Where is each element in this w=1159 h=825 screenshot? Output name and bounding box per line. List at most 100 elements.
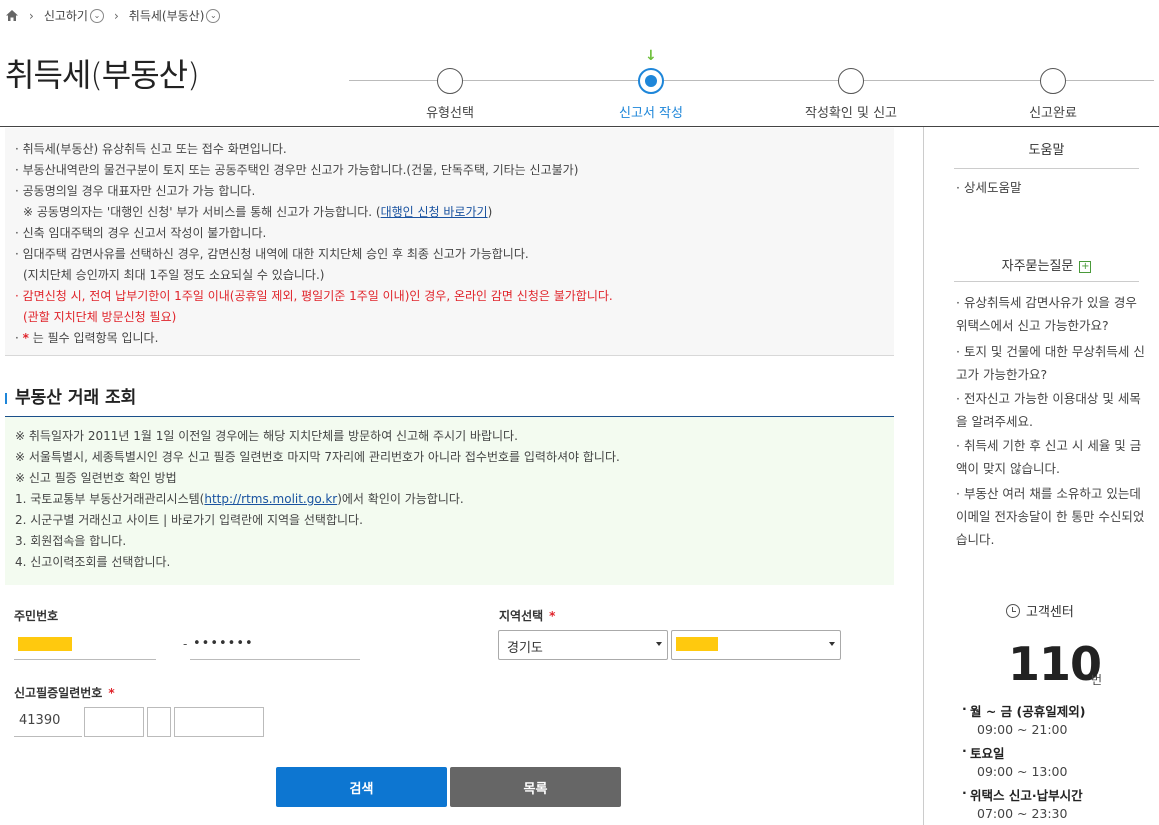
region-city-select[interactable] [671, 630, 841, 660]
select-value: 경기도 [507, 641, 543, 656]
page-title: 취득세(부동산) [5, 56, 200, 94]
rtms-link[interactable]: http://rtms.molit.go.kr [204, 492, 337, 506]
customer-center-number: 110 [1008, 637, 1102, 691]
notice-warning: (관할 지치단체 방문신청 필요) [23, 310, 177, 324]
hours-title: 위택스 신고·납부시간 [962, 785, 1083, 804]
detailed-help-link[interactable]: · 상세도움말 [956, 176, 1148, 199]
section-title: 부동산 거래 조회 [5, 383, 136, 408]
region-province-select[interactable]: 경기도 [498, 630, 668, 660]
notice-line: · 부동산내역란의 물건구분이 토지 또는 공동주택인 경우만 신고가 가능합니… [15, 163, 579, 177]
arrow-down-icon: ↓ [645, 48, 657, 64]
info-text: 1. 국토교통부 부동산거래관리시스템( [15, 492, 205, 506]
sidebar-divider [954, 281, 1139, 282]
list-button[interactable]: 목록 [450, 767, 621, 807]
resident-number-label: 주민번호 [14, 607, 58, 624]
breadcrumb-label: 취득세(부동산) [128, 9, 205, 23]
region-label: 지역선택 * [499, 607, 555, 624]
chevron-down-icon[interactable]: ⌄ [206, 8, 221, 23]
clock-icon [1006, 603, 1020, 618]
faq-item[interactable]: · 토지 및 건물에 대한 무상취득세 신고가 가능한가요? [956, 340, 1148, 386]
faq-item[interactable]: · 부동산 여러 채를 소유하고 있는데 이메일 전자송달이 한 통만 수신되었… [956, 482, 1148, 551]
notice-text: ※ 공동명의자는 '대행인 신청' 부가 서비스를 통해 신고가 가능합니다. … [23, 205, 381, 219]
sidebar: 도움말 · 상세도움말 자주묻는질문 + · 유상취득세 감면사유가 있을 경우 … [923, 127, 1159, 825]
agent-request-link[interactable]: 대행인 신청 바로가기 [381, 205, 488, 219]
label-text: 신고필증일련번호 [14, 686, 103, 700]
step-label: 신고완료 [1029, 106, 1077, 121]
customer-center-header: 고객센터 [1006, 601, 1074, 620]
step-confirm: 작성확인 및 신고 [781, 68, 921, 121]
notice-line: · * 는 필수 입력항목 입니다. [15, 328, 884, 349]
chevron-down-icon[interactable]: ⌄ [89, 8, 104, 23]
serial-input-3[interactable] [174, 707, 264, 737]
info-line: ※ 취득일자가 2011년 1월 1일 이전일 경우에는 해당 지치단체를 방문… [15, 429, 518, 443]
masked-value [676, 637, 718, 651]
notice-text: · [15, 331, 23, 345]
hours-title: 토요일 [962, 743, 1004, 762]
info-text: )에서 확인이 가능합니다. [337, 492, 464, 506]
plus-icon[interactable]: + [1079, 260, 1092, 273]
faq-header: 자주묻는질문 + [954, 255, 1139, 274]
step-circle [838, 68, 864, 94]
step-write-form: ↓ 신고서 작성 [581, 48, 721, 121]
notice-text: 는 필수 입력항목 입니다. [28, 331, 159, 345]
step-circle [1040, 68, 1066, 94]
hours-value: 09:00 ~ 13:00 [977, 764, 1068, 779]
customer-center-title: 고객센터 [1026, 605, 1074, 620]
step-complete: 신고완료 [983, 68, 1123, 121]
notice-line: · 취득세(부동산) 유상취득 신고 또는 접수 화면입니다. [15, 142, 287, 156]
faq-item[interactable]: · 취득세 기한 후 신고 시 세율 및 금액이 맞지 않습니다. [956, 434, 1148, 480]
info-line: ※ 서울특별시, 세종특별시인 경우 신고 필증 일련번호 마지막 7자리에 관… [15, 450, 620, 464]
step-circle [638, 68, 664, 94]
faq-item[interactable]: · 전자신고 가능한 이용대상 및 세목을 알려주세요. [956, 387, 1148, 433]
step-label: 유형선택 [426, 106, 474, 121]
help-title: 도움말 [1028, 143, 1065, 158]
step-type-select: 유형선택 [380, 68, 520, 121]
info-line: 2. 시군구별 거래신고 사이트 | 바로가기 입력란에 지역을 선택합니다. [15, 513, 363, 527]
hours-value: 07:00 ~ 23:30 [977, 806, 1068, 821]
hours-title: 월 ~ 금 (공휴일제외) [962, 701, 1086, 720]
breadcrumb-item-report[interactable]: 신고하기 ⌄ [44, 7, 104, 24]
home-icon[interactable] [5, 9, 19, 22]
info-line: 3. 회원접속을 합니다. [15, 534, 127, 548]
hours-value: 09:00 ~ 21:00 [977, 722, 1068, 737]
search-button[interactable]: 검색 [276, 767, 447, 807]
notice-box: · 취득세(부동산) 유상취득 신고 또는 접수 화면입니다. · 부동산내역란… [5, 128, 894, 356]
customer-center-unit: 번 [1091, 673, 1103, 687]
breadcrumb-item-current[interactable]: 취득세(부동산) ⌄ [129, 7, 221, 24]
notice-line: · 임대주택 감면사유를 선택하신 경우, 감면신청 내역에 대한 지치단체 승… [15, 247, 529, 261]
step-label: 작성확인 및 신고 [805, 106, 897, 121]
serial-prefix-field: 41390 [14, 707, 82, 737]
faq-item[interactable]: · 유상취득세 감면사유가 있을 경우 위택스에서 신고 가능한가요? [956, 291, 1148, 337]
step-label: 신고서 작성 [619, 106, 683, 121]
resident-number-back-value: ••••••• [193, 636, 254, 651]
crumb-separator: › [29, 8, 34, 23]
step-circle [437, 68, 463, 94]
notice-text: ) [487, 205, 493, 219]
label-text: 주민번호 [14, 609, 59, 623]
breadcrumb-label: 신고하기 [43, 9, 88, 23]
faq-title: 자주묻는질문 [1001, 259, 1074, 274]
serial-input-1[interactable] [84, 707, 144, 737]
info-line: ※ 신고 필증 일련번호 확인 방법 [15, 471, 177, 485]
notice-line: ※ 공동명의자는 '대행인 신청' 부가 서비스를 통해 신고가 가능합니다. … [15, 202, 884, 223]
label-text: 지역선택 [499, 609, 544, 623]
resident-dash: - [183, 637, 188, 651]
required-star: * [108, 686, 115, 700]
required-star: * [549, 609, 556, 623]
notice-line: · 신축 임대주택의 경우 신고서 작성이 불가합니다. [15, 226, 267, 240]
dropdown-arrow-icon [829, 642, 835, 646]
notice-line: (지치단체 승인까지 최대 1주일 정도 소요되실 수 있습니다.) [23, 268, 325, 282]
serial-input-2[interactable] [147, 707, 171, 737]
info-line: 4. 신고이력조회를 선택합니다. [15, 555, 171, 569]
info-box: ※ 취득일자가 2011년 1월 1일 이전일 경우에는 해당 지치단체를 방문… [5, 417, 894, 585]
notice-warning: · 감면신청 시, 전여 납부기한이 1주일 이내(공휴일 제외, 평일기준 1… [15, 289, 613, 303]
crumb-separator: › [113, 8, 119, 23]
progress-steps: 유형선택 ↓ 신고서 작성 작성확인 및 신고 신고완료 [349, 40, 1154, 121]
masked-value [18, 637, 72, 651]
breadcrumb: › 신고하기 ⌄ › 취득세(부동산) ⌄ [5, 7, 221, 24]
sidebar-divider [954, 168, 1139, 169]
notice-line: · 공동명의일 경우 대표자만 신고가 가능 합니다. [15, 184, 256, 198]
info-line: 1. 국토교통부 부동산거래관리시스템(http://rtms.molit.go… [15, 489, 884, 510]
serial-number-label: 신고필증일련번호 * [14, 684, 115, 701]
dropdown-arrow-icon [656, 642, 662, 646]
